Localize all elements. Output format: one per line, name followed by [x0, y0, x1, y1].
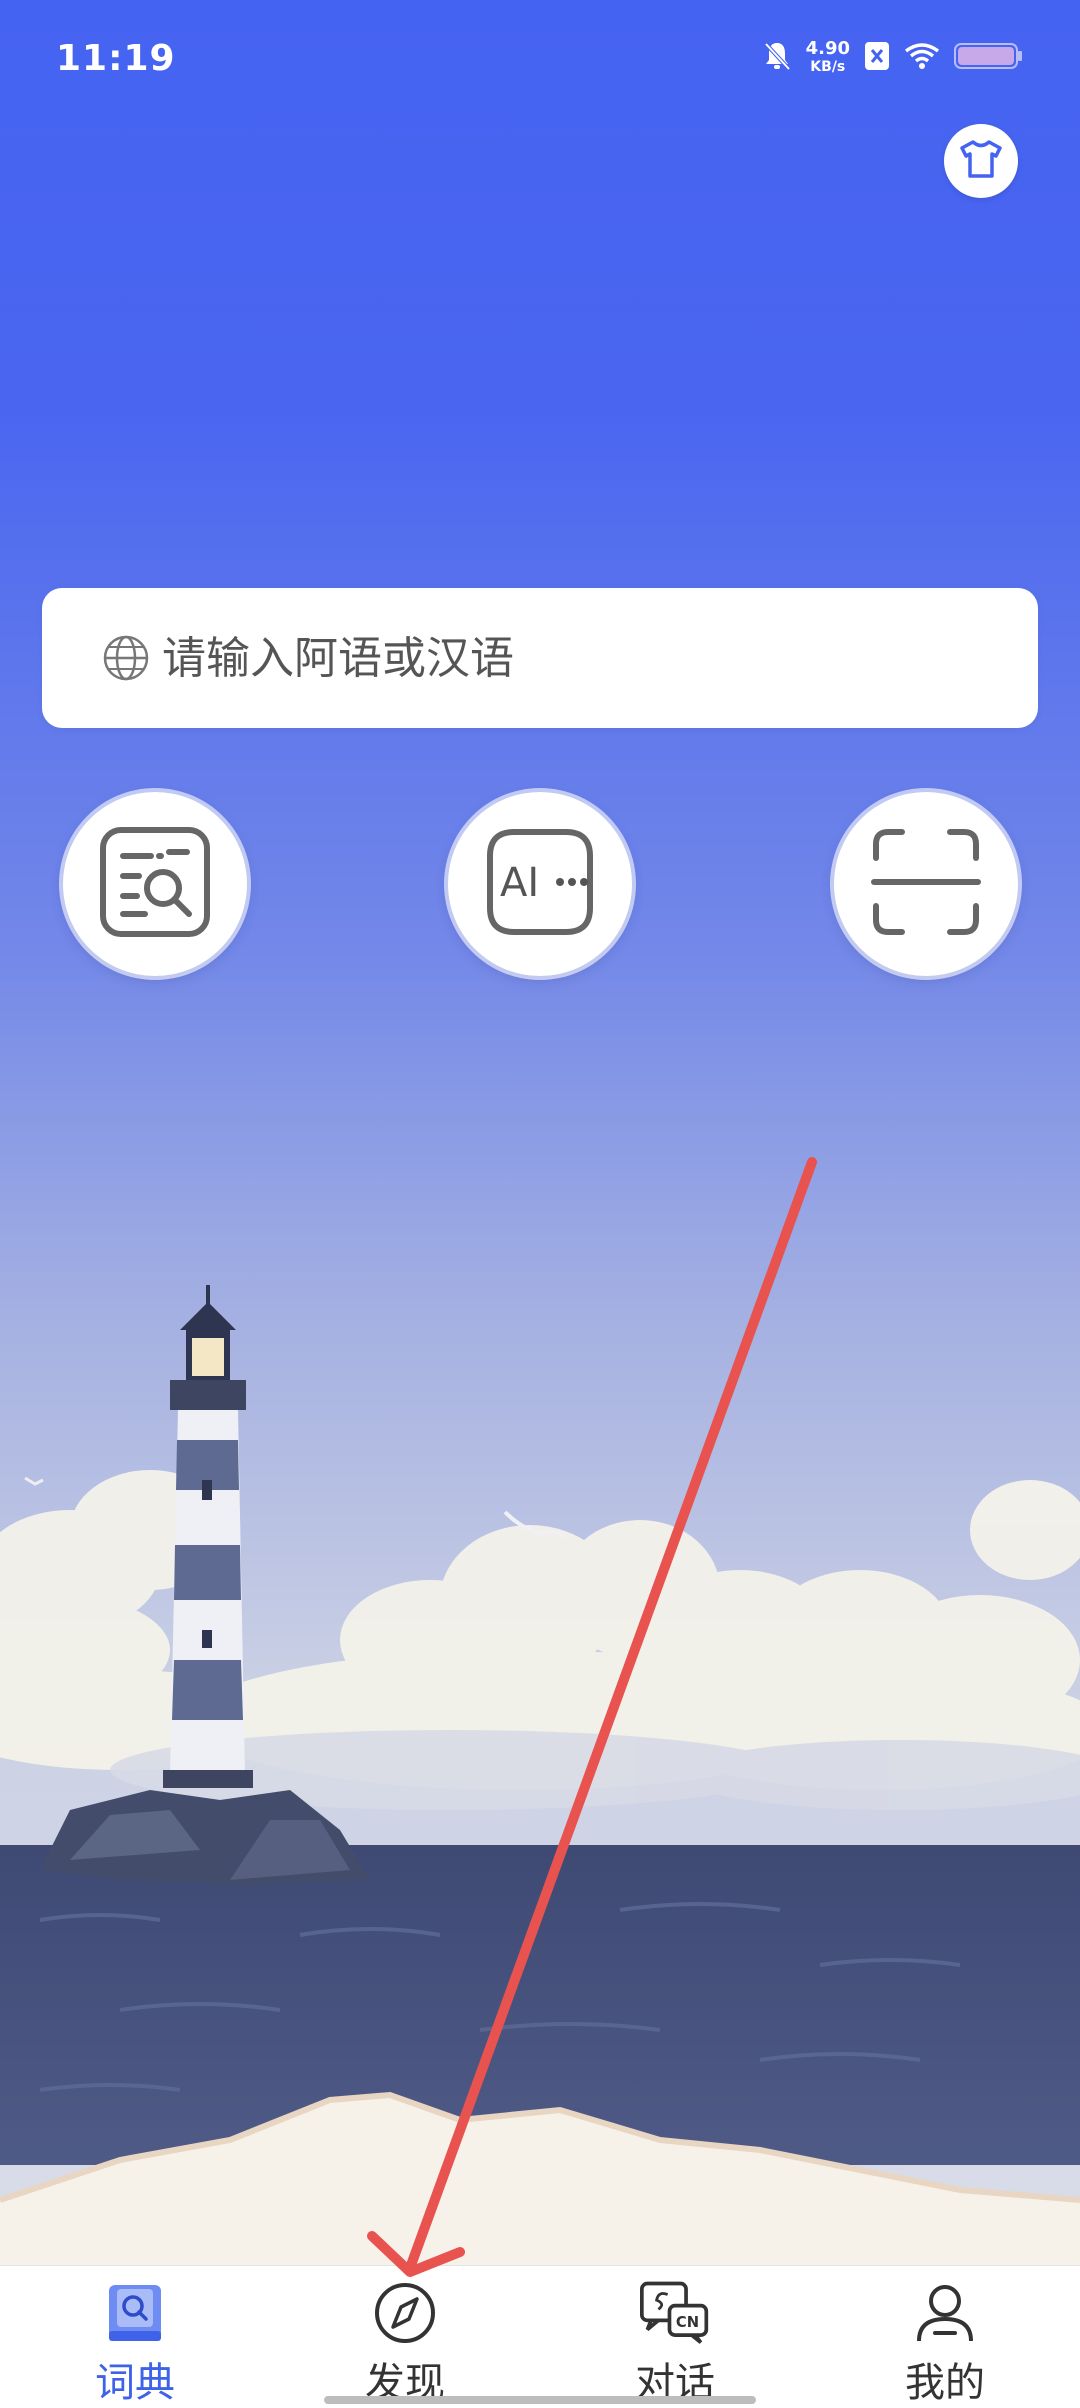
ai-chat-icon: AI	[484, 826, 596, 942]
nav-tab-dialogue[interactable]: CN 对话	[540, 2266, 810, 2408]
nav-tab-dictionary[interactable]: 词典	[0, 2266, 270, 2408]
ai-text: AI	[500, 860, 539, 906]
status-bar: 11:19 4.90 KB/s	[0, 0, 1080, 120]
search-input[interactable]	[160, 631, 984, 685]
network-speed-unit: KB/s	[810, 59, 846, 75]
bell-muted-icon	[762, 40, 792, 76]
app-screen: 11:19 4.90 KB/s 请输入阿语或汉语 AI 词典 发现 CN 对话 …	[0, 0, 1080, 2408]
search-bar[interactable]	[42, 588, 1038, 728]
profile-icon	[910, 2278, 980, 2348]
document-search-button[interactable]	[63, 792, 247, 976]
compass-icon	[370, 2278, 440, 2348]
cn-badge-text: CN	[676, 2314, 699, 2331]
status-icons: 4.90 KB/s	[762, 40, 1024, 76]
scan-button[interactable]	[834, 792, 1018, 976]
nav-tab-profile[interactable]: 我的	[810, 2266, 1080, 2408]
no-sim-icon	[864, 41, 890, 75]
bottom-navigation: 词典 发现 CN 对话 我的	[0, 2265, 1080, 2408]
network-speed-value: 4.90	[805, 38, 850, 59]
nav-tab-discover[interactable]: 发现	[270, 2266, 540, 2408]
dictionary-icon	[100, 2278, 170, 2348]
ai-chat-button[interactable]: AI	[448, 792, 632, 976]
nav-label-dictionary: 词典	[95, 2360, 175, 2406]
theme-button[interactable]	[944, 124, 1018, 198]
nav-label-profile: 我的	[905, 2360, 985, 2406]
network-speed: 4.90 KB/s	[806, 40, 850, 76]
globe-icon	[102, 633, 152, 683]
dialogue-icon: CN	[640, 2278, 710, 2348]
document-search-icon	[99, 826, 211, 942]
battery-icon	[954, 41, 1024, 75]
wifi-icon	[904, 42, 940, 74]
clock: 11:19	[56, 38, 176, 79]
lighthouse-background-illustration	[0, 0, 1080, 2265]
home-indicator	[324, 2396, 756, 2404]
tshirt-icon	[958, 139, 1004, 183]
scan-icon	[870, 826, 982, 942]
